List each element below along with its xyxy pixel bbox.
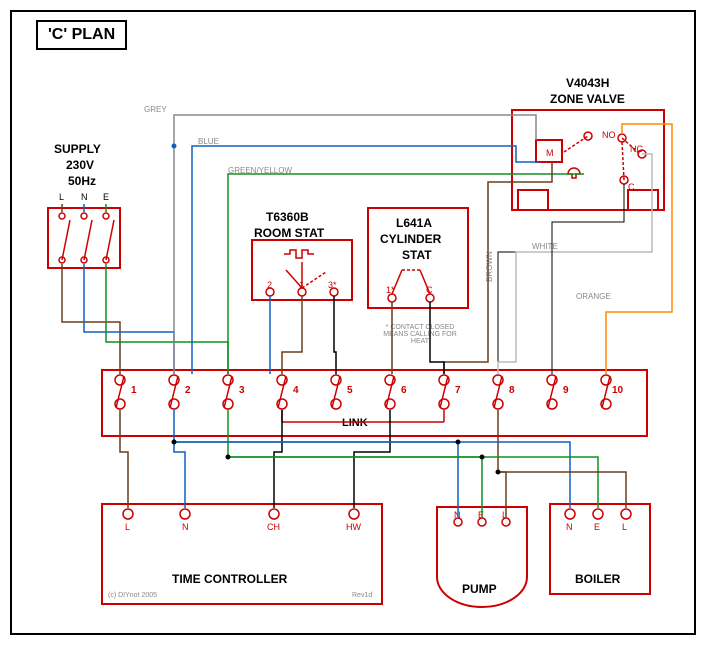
diagram-frame: 'C' PLAN SUPPLY 230V 50Hz L N E V4043H Z… <box>10 10 696 635</box>
wiring-svg <box>12 12 694 633</box>
